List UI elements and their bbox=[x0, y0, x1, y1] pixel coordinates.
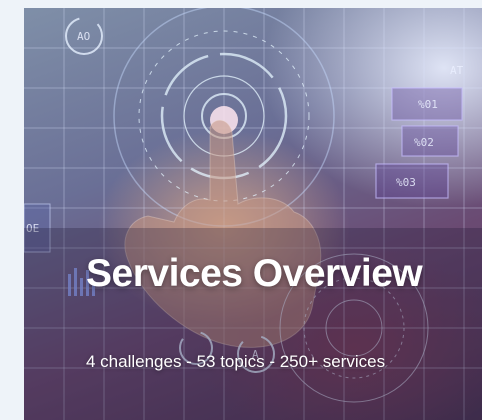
hero-subtitle: 4 challenges - 53 topics - 250+ services bbox=[86, 352, 386, 371]
hud-label-10: %01 bbox=[418, 98, 438, 111]
hero-title: Services Overview bbox=[86, 252, 423, 295]
hud-label-30: %03 bbox=[396, 176, 416, 189]
hero-banner: AO %01 %02 %03 AT A OE Services Overview… bbox=[24, 8, 482, 420]
hud-label-20: %02 bbox=[414, 136, 434, 149]
hud-label-ao: AO bbox=[77, 30, 90, 43]
hud-label-at: AT bbox=[450, 64, 464, 77]
